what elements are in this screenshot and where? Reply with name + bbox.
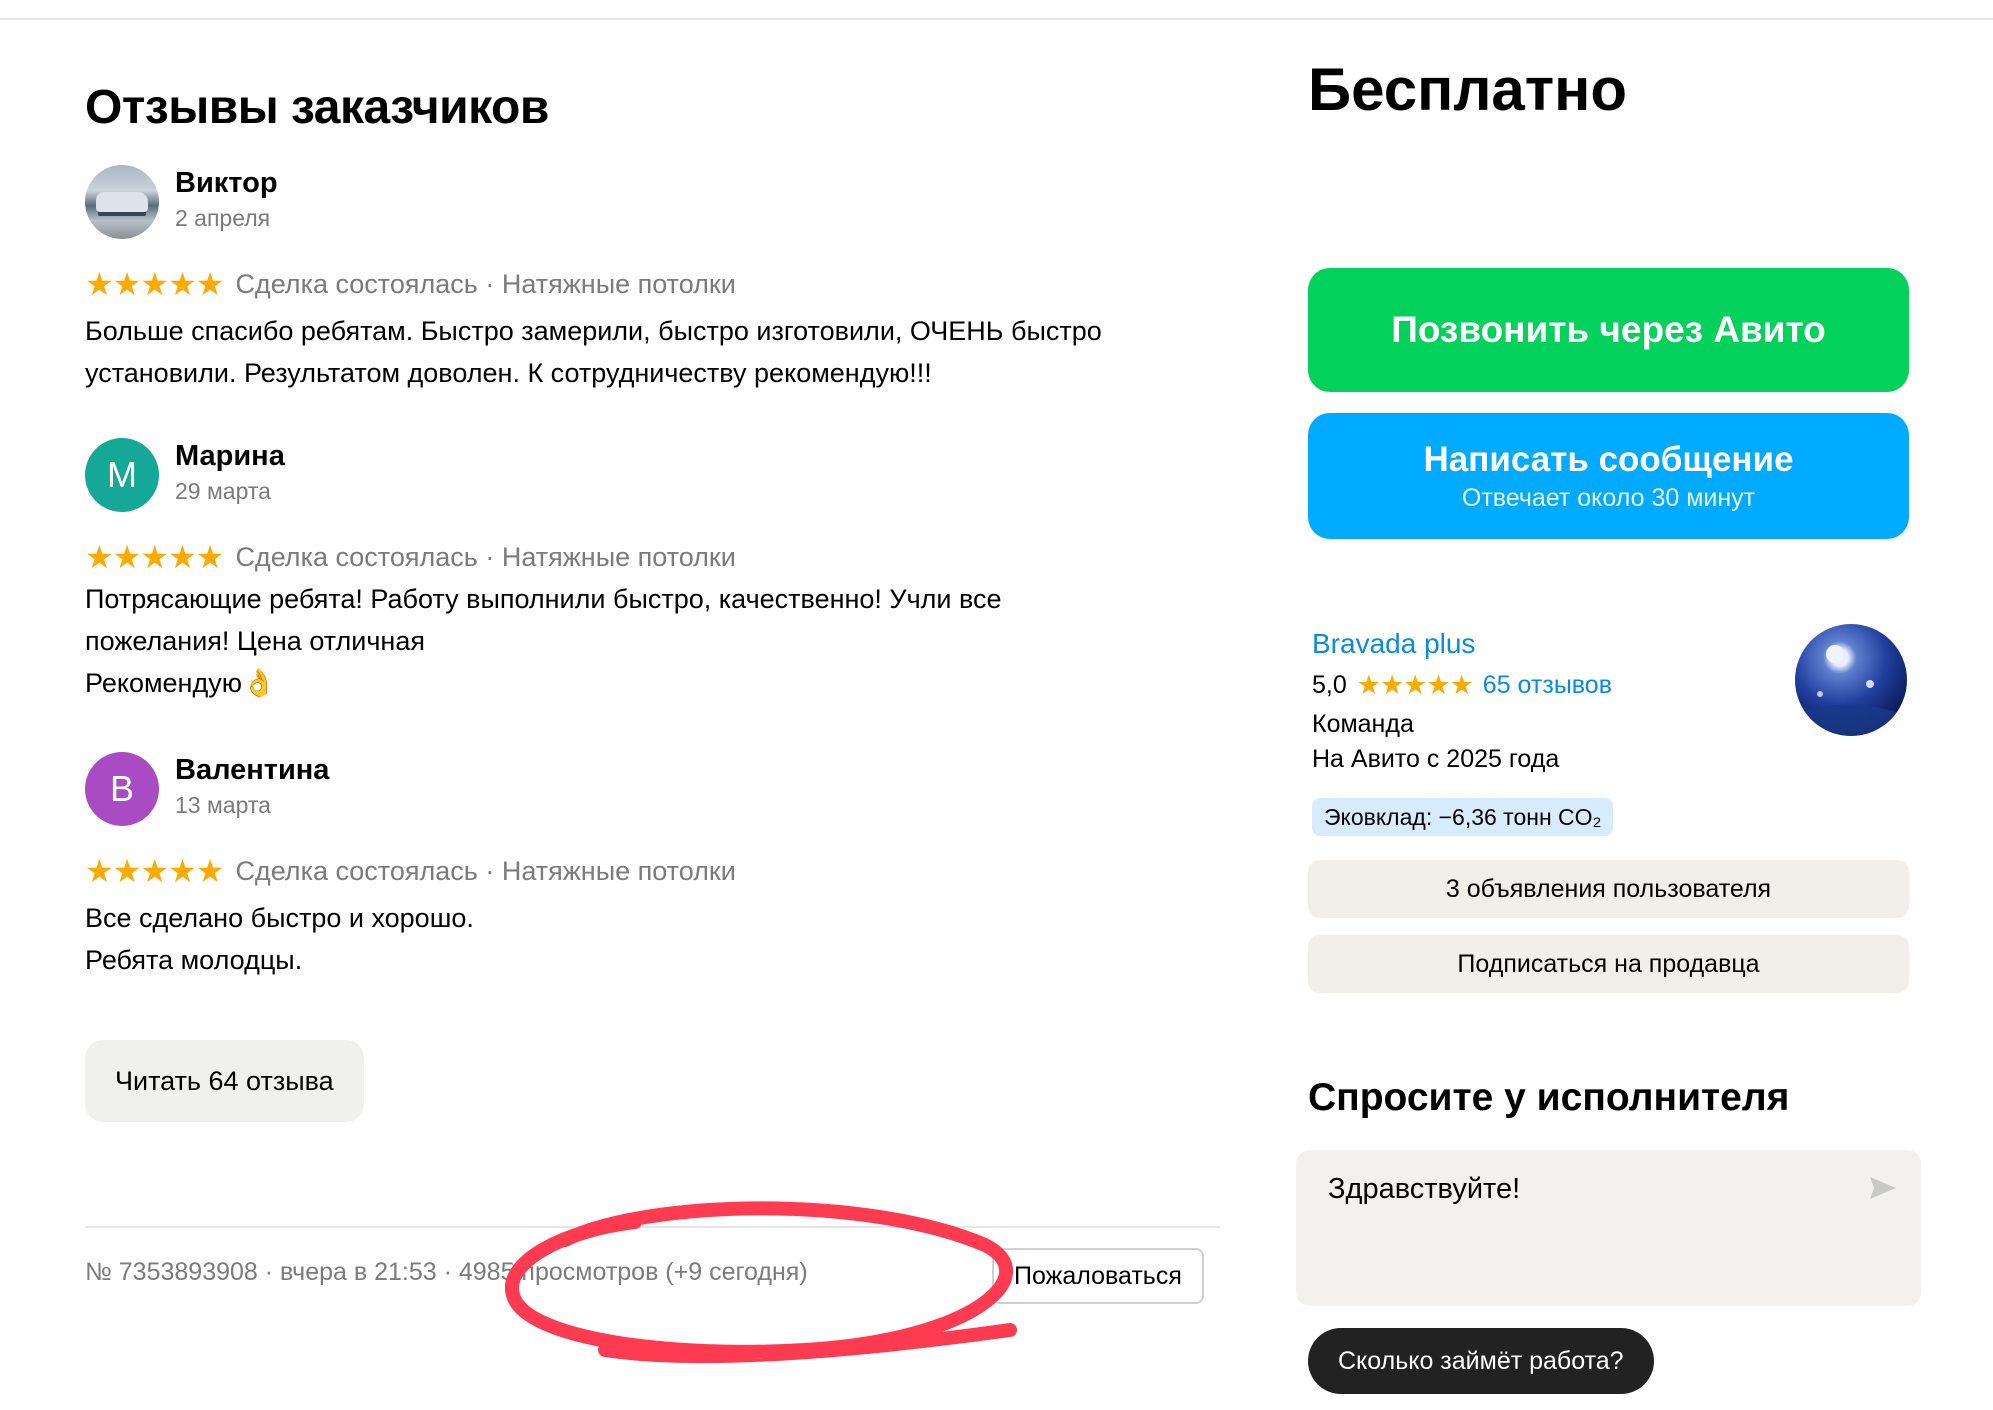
send-icon[interactable] (1867, 1172, 1899, 1204)
seller-reviews-link[interactable]: 65 отзывов (1483, 671, 1612, 700)
ask-performer-title: Спросите у исполнителя (1308, 1076, 1790, 1119)
price-label: Бесплатно (1308, 56, 1628, 123)
response-time-label: Отвечает около 30 минут (1461, 483, 1756, 512)
review-text: Все сделано быстро и хорошо. Ребята моло… (85, 903, 474, 975)
write-message-button[interactable]: Написать сообщение Отвечает около 30 мин… (1308, 413, 1909, 539)
seller-since: На Авито с 2025 года (1312, 745, 1560, 773)
review-text: Потрясающие ребята! Работу выполнили быс… (85, 584, 1002, 698)
subscribe-seller-button[interactable]: Подписаться на продавца (1308, 935, 1909, 993)
ask-message-input[interactable] (1326, 1172, 1850, 1207)
review-meta: ★★★★★ Сделка состоялась · Натяжные потол… (85, 538, 736, 576)
reviews-title: Отзывы заказчиков (85, 81, 549, 134)
review-date: 29 марта (175, 478, 271, 504)
red-circle-annotation (505, 1201, 1017, 1364)
seller-stars-icon: ★★★★★ (1356, 670, 1474, 700)
top-divider (0, 18, 1993, 20)
seller-avatar[interactable] (1795, 624, 1907, 736)
review-date: 13 марта (175, 792, 271, 818)
review-text: Больше спасибо ребятам. Быстро замерили,… (85, 316, 1102, 388)
seller-name-link[interactable]: Bravada plus (1312, 628, 1475, 660)
rating-stars-icon: ★★★★★ (85, 539, 224, 575)
quick-question-chip[interactable]: Сколько займёт работа? (1308, 1328, 1654, 1394)
seller-avatar-image (1795, 645, 1907, 736)
reviewer-name: Виктор (175, 167, 278, 199)
reviewer-avatar (85, 165, 159, 239)
read-all-reviews-button[interactable]: Читать 64 отзыва (85, 1040, 364, 1122)
review-meta: ★★★★★ Сделка состоялась · Натяжные потол… (85, 265, 736, 303)
review-deal-info: Сделка состоялась · Натяжные потолки (235, 268, 736, 299)
user-listings-button[interactable]: 3 объявления пользователя (1308, 860, 1909, 918)
call-via-avito-button[interactable]: Позвонить через Авито (1308, 268, 1909, 392)
review-date: 2 апреля (175, 205, 271, 231)
review-deal-info: Сделка состоялась · Натяжные потолки (235, 855, 736, 886)
reviewer-avatar: М (85, 438, 159, 512)
rating-stars-icon: ★★★★★ (85, 853, 224, 889)
eco-badge: Эковклад: −6,36 тонн CO₂ (1312, 798, 1614, 836)
seller-rating: 5,0 ★★★★★ 65 отзывов (1312, 670, 1612, 701)
write-message-label: Написать сообщение (1423, 439, 1794, 479)
seller-rating-value: 5,0 (1312, 671, 1347, 699)
seller-type: Команда (1312, 710, 1414, 738)
ask-message-box (1296, 1150, 1921, 1306)
rating-stars-icon: ★★★★★ (85, 266, 224, 302)
review-meta: ★★★★★ Сделка состоялась · Натяжные потол… (85, 852, 736, 890)
reviewer-name: Валентина (175, 754, 330, 786)
reviewer-avatar: В (85, 752, 159, 826)
review-deal-info: Сделка состоялась · Натяжные потолки (235, 541, 736, 572)
reviewer-name: Марина (175, 440, 285, 472)
